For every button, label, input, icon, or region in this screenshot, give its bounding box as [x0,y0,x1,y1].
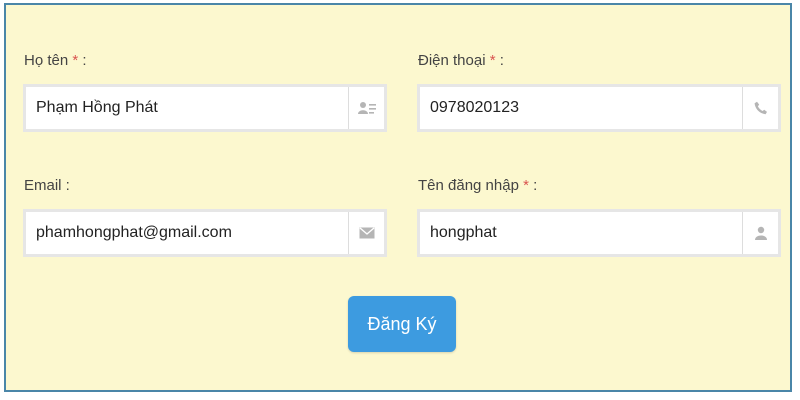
required-mark: * [72,52,79,69]
phone-icon [742,87,778,129]
label-colon: : [533,177,538,194]
email-label-text: Email : [24,177,70,194]
phone-label: Điện thoại * : [418,52,504,69]
user-icon [742,212,778,254]
username-label: Tên đăng nhập * : [418,177,537,194]
registration-form-panel: Họ tên * : Phạm Hồng Phát Điện thoại * :… [4,3,792,392]
fullname-field[interactable]: Phạm Hồng Phát [23,84,387,132]
envelope-icon [348,212,384,254]
label-colon: : [82,52,87,69]
phone-label-text: Điện thoại [418,52,486,69]
required-mark: * [523,177,529,194]
fullname-input[interactable]: Phạm Hồng Phát [26,99,348,117]
username-input[interactable]: hongphat [420,224,742,242]
username-field[interactable]: hongphat [417,209,781,257]
email-label: Email : [24,177,70,194]
phone-field[interactable]: 0978020123 [417,84,781,132]
register-button[interactable]: Đăng Ký [348,296,456,352]
username-label-text: Tên đăng nhập [418,177,519,194]
required-mark: * [489,52,496,69]
label-colon: : [499,52,504,69]
email-field[interactable]: phamhongphat@gmail.com [23,209,387,257]
contact-card-icon [348,87,384,129]
fullname-label: Họ tên * : [24,52,87,69]
fullname-label-text: Họ tên [24,52,69,69]
email-input[interactable]: phamhongphat@gmail.com [26,224,348,242]
phone-input[interactable]: 0978020123 [420,99,742,117]
